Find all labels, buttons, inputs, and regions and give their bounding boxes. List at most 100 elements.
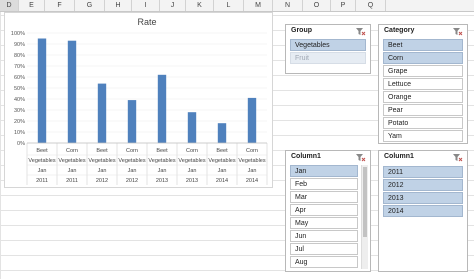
y-tick-label: 90% [14,42,25,48]
column-header-m[interactable]: M [244,0,273,11]
chart-plot: Rate 0% 10% 20% 30% 40% 50% 60% 70% 80% 90% 100% Bee… [11,17,268,185]
x-category-label: Beet [96,148,108,154]
x-category-label: Jan [158,168,167,174]
y-tick-label: 10% [14,130,25,136]
slicer-title-group: Group [291,27,312,34]
x-category-label: Jan [188,168,197,174]
x-category-label: Jan [38,168,47,174]
slicer-item-year[interactable]: 2013 [383,192,463,204]
slicer-title-month: Column1 [291,153,321,160]
slicer-item-category[interactable]: Grape [383,65,463,77]
slicer-item-month[interactable]: May [290,217,358,229]
clear-filter-icon[interactable] [356,27,366,36]
column-header-n[interactable]: N [273,0,303,11]
bar [127,100,137,143]
bar [217,123,227,143]
slicer-item-group[interactable]: Fruit [290,52,366,64]
column-header-l[interactable]: L [214,0,244,11]
column-header-f[interactable]: F [45,0,75,11]
x-category-label: Vegetables [28,158,55,164]
slicer-item-year[interactable]: 2011 [383,166,463,178]
x-category-label: Beet [156,148,168,154]
x-category-label: Jan [248,168,257,174]
slicer-item-month[interactable]: Mar [290,191,358,203]
y-tick-label: 80% [14,53,25,59]
category-slicer[interactable]: Category Beet Corn Grape Lettuce Orange Pear P… [378,24,468,144]
slicer-item-category[interactable]: Orange [383,91,463,103]
bar [67,40,77,144]
slicer-title-category: Category [384,27,415,34]
column-header-d[interactable]: D [0,0,19,11]
slicer-item-month[interactable]: Jan [290,165,358,177]
x-category-label: Corn [186,148,198,154]
chart-title: Rate [137,17,156,27]
x-category-label: 2012 [126,178,138,184]
slicer-item-month[interactable]: Jun [290,230,358,242]
slicer-item-group[interactable]: Vegetables [290,39,366,51]
slicer-item-category[interactable]: Beet [383,39,463,51]
clear-filter-icon[interactable] [356,153,366,162]
x-category-label: Corn [246,148,258,154]
x-category-label: Vegetables [178,158,205,164]
x-category-label: Beet [216,148,228,154]
slicer-item-month[interactable]: Jul [290,243,358,255]
month-slicer-scrollbar[interactable] [361,165,368,269]
slicer-item-category[interactable]: Yam [383,130,463,142]
year-slicer[interactable]: Column1 2011 2012 2013 2014 [378,150,468,272]
x-category-label: 2014 [246,178,258,184]
y-tick-label: 20% [14,119,25,125]
x-category-label: 2012 [96,178,108,184]
x-category-label: Vegetables [88,158,115,164]
x-category-label: 2013 [156,178,168,184]
y-tick-label: 50% [14,86,25,92]
y-tick-label: 70% [14,64,25,70]
slicer-item-category[interactable]: Lettuce [383,78,463,90]
x-category-label: Corn [126,148,138,154]
y-tick-label: 40% [14,97,25,103]
column-header-j[interactable]: J [160,0,186,11]
month-slicer[interactable]: Column1 Jan Feb Mar Apr May Jun Jul Aug [285,150,371,272]
bar [157,74,167,143]
y-tick-label: 0% [17,141,25,147]
y-tick-label: 60% [14,75,25,81]
column-header-g[interactable]: G [75,0,105,11]
x-category-label: Jan [68,168,77,174]
column-header-k[interactable]: K [186,0,214,11]
group-slicer[interactable]: Group Vegetables Fruit [285,24,371,74]
clear-filter-icon[interactable] [453,27,463,36]
slicer-item-category[interactable]: Corn [383,52,463,64]
x-category-label: Jan [128,168,137,174]
slicer-item-year[interactable]: 2014 [383,205,463,217]
column-header-e[interactable]: E [19,0,45,11]
x-category-label: Jan [218,168,227,174]
column-header-h[interactable]: H [105,0,132,11]
bar [37,38,47,143]
x-category-label: 2014 [216,178,228,184]
x-category-label: Vegetables [58,158,85,164]
x-category-label: Vegetables [238,158,265,164]
column-header-row: DEFGHIJKLMNOPQ [0,0,474,12]
x-category-label: 2013 [186,178,198,184]
y-tick-label: 30% [14,108,25,114]
slicer-title-year: Column1 [384,153,414,160]
bar [187,112,197,143]
bar [247,97,257,143]
x-category-label: Vegetables [208,158,235,164]
column-header-p[interactable]: P [331,0,356,11]
rate-chart[interactable]: Rate 0% 10% 20% 30% 40% 50% 60% 70% 80% 90% 100% Bee… [4,12,273,188]
scrollbar-thumb[interactable] [363,167,367,237]
slicer-item-month[interactable]: Feb [290,178,358,190]
slicer-item-year[interactable]: 2012 [383,179,463,191]
x-category-label: Jan [98,168,107,174]
x-category-label: 2011 [36,178,48,184]
column-header-q[interactable]: Q [356,0,386,11]
column-header-i[interactable]: I [132,0,160,11]
clear-filter-icon[interactable] [453,153,463,162]
column-header-o[interactable]: O [303,0,331,11]
slicer-item-month[interactable]: Apr [290,204,358,216]
slicer-item-month[interactable]: Aug [290,256,358,268]
slicer-item-category[interactable]: Potato [383,117,463,129]
y-tick-label: 100% [11,31,25,37]
x-category-label: Vegetables [148,158,175,164]
slicer-item-category[interactable]: Pear [383,104,463,116]
